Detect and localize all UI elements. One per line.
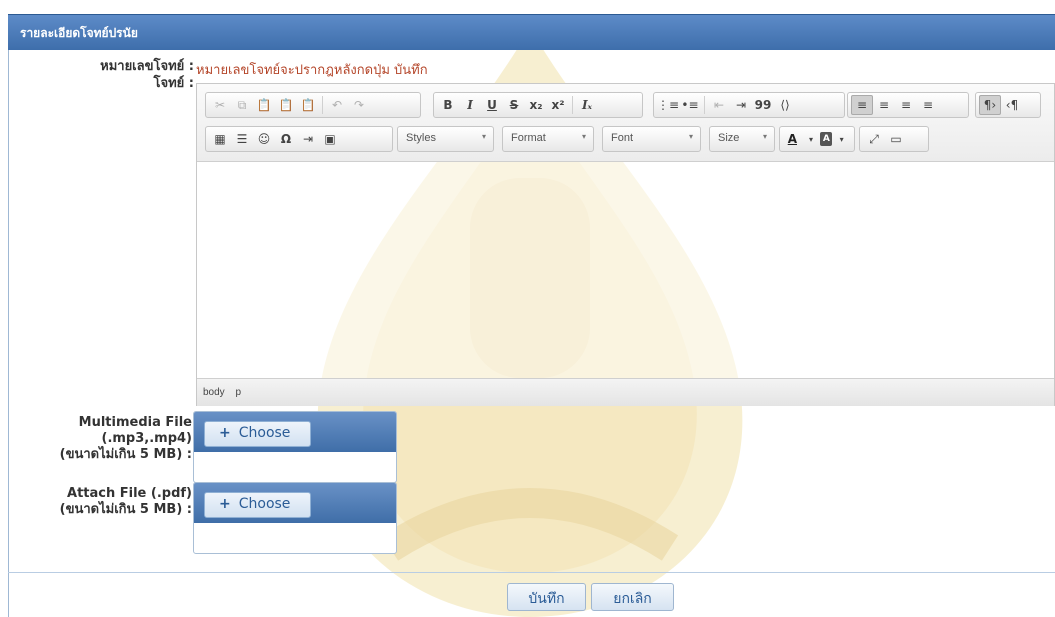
attach-label: Attach File (.pdf) (ขนาดไม่เกิน 5 MB) :	[10, 486, 192, 518]
form-divider	[8, 572, 1055, 573]
attach-upload: + Choose	[193, 482, 397, 554]
smiley-icon[interactable]: ☺	[253, 129, 275, 149]
outdent-icon[interactable]: ⇤	[708, 95, 730, 115]
copy-icon[interactable]: ⧉	[231, 95, 253, 115]
toolbar-align-group: ≡ ≡ ≡ ≡	[847, 92, 969, 118]
styles-dropdown-label: Styles	[406, 132, 436, 144]
toolbar-direction-group: ¶› ‹¶	[975, 92, 1041, 118]
div-container-icon[interactable]: ⟨⟩	[774, 95, 796, 115]
editor-content-area[interactable]	[197, 162, 1054, 378]
image-icon[interactable]: ▣	[319, 129, 341, 149]
choose-label: Choose	[238, 425, 291, 441]
editor-toolbar: ✂ ⧉ 📋 📋 📋 ↶ ↷ B I U S x₂ x² Iₓ ⋮≡ •≡ ⇤ ⇥…	[197, 84, 1054, 162]
page-break-icon[interactable]: ⇥	[297, 129, 319, 149]
plus-icon: +	[219, 496, 231, 512]
table-icon[interactable]: ▦	[209, 129, 231, 149]
blockquote-button[interactable]: 99	[752, 95, 774, 115]
size-dropdown-label: Size	[718, 132, 740, 144]
choose-label: Choose	[238, 496, 291, 512]
panel-header: รายละเอียดโจทย์ปรนัย	[8, 14, 1055, 50]
toolbar-clipboard-group: ✂ ⧉ 📋 📋 📋 ↶ ↷	[205, 92, 421, 118]
paste-word-icon[interactable]: 📋	[297, 95, 319, 115]
path-item-p[interactable]: p	[235, 387, 241, 398]
maximize-icon[interactable]: ⤢	[863, 129, 885, 149]
strikethrough-button[interactable]: S	[503, 95, 525, 115]
align-left-icon[interactable]: ≡	[851, 95, 873, 115]
font-dropdown[interactable]: Font ▾	[602, 126, 701, 152]
multimedia-label-line1: Multimedia File	[78, 415, 192, 430]
rich-text-editor[interactable]: ✂ ⧉ 📋 📋 📋 ↶ ↷ B I U S x₂ x² Iₓ ⋮≡ •≡ ⇤ ⇥…	[196, 83, 1055, 406]
bulleted-list-icon[interactable]: •≡	[679, 95, 701, 115]
path-item-body[interactable]: body	[203, 387, 225, 398]
format-dropdown[interactable]: Format ▾	[502, 126, 594, 152]
remove-format-button[interactable]: Iₓ	[576, 95, 598, 115]
cancel-button[interactable]: ยกเลิก	[591, 583, 674, 611]
superscript-button[interactable]: x²	[547, 95, 569, 115]
toolbar-tools-group: ⤢ ▭	[859, 126, 929, 152]
question-number-note: หมายเลขโจทย์จะปรากฎหลังกดปุ่ม บันทึก	[196, 63, 428, 78]
save-button[interactable]: บันทึก	[507, 583, 586, 611]
toolbar-paragraph-group: ⋮≡ •≡ ⇤ ⇥ 99 ⟨⟩	[653, 92, 845, 118]
italic-button[interactable]: I	[459, 95, 481, 115]
redo-icon[interactable]: ↷	[348, 95, 370, 115]
chevron-down-icon: ▾	[581, 132, 586, 141]
attach-label-line2: (ขนาดไม่เกิน 5 MB) :	[59, 502, 192, 517]
multimedia-label: Multimedia File (.mp3,.mp4) (ขนาดไม่เกิน…	[10, 415, 192, 463]
justify-icon[interactable]: ≡	[917, 95, 939, 115]
panel-title: รายละเอียดโจทย์ปรนัย	[20, 26, 138, 40]
toolbar-insert-group: ▦ ☰ ☺ Ω ⇥ ▣	[205, 126, 393, 152]
underline-button[interactable]: U	[481, 95, 503, 115]
toolbar-color-group: A ▾ A ▾	[779, 126, 855, 152]
text-direction-rtl-icon[interactable]: ‹¶	[1001, 95, 1023, 115]
chevron-down-icon: ▾	[762, 132, 767, 141]
styles-dropdown[interactable]: Styles ▾	[397, 126, 494, 152]
plus-icon: +	[219, 425, 231, 441]
multimedia-upload: + Choose	[193, 411, 397, 483]
question-label: โจทย์ :	[153, 76, 194, 91]
format-dropdown-label: Format	[511, 132, 546, 144]
editor-element-path: body p	[197, 378, 1054, 406]
text-color-button[interactable]: A	[783, 129, 802, 149]
align-right-icon[interactable]: ≡	[895, 95, 917, 115]
undo-icon[interactable]: ↶	[326, 95, 348, 115]
multimedia-label-line2: (.mp3,.mp4)	[101, 431, 193, 446]
toolbar-basic-styles-group: B I U S x₂ x² Iₓ	[433, 92, 643, 118]
background-color-button[interactable]: A	[820, 132, 833, 146]
font-dropdown-label: Font	[611, 132, 634, 144]
chevron-down-icon: ▾	[481, 132, 486, 141]
attach-label-line1: Attach File (.pdf)	[67, 486, 192, 501]
size-dropdown[interactable]: Size ▾	[709, 126, 775, 152]
multimedia-choose-button[interactable]: + Choose	[204, 421, 311, 447]
indent-icon[interactable]: ⇥	[730, 95, 752, 115]
chevron-down-icon[interactable]: ▾	[802, 129, 821, 149]
question-number-label: หมายเลขโจทย์ :	[100, 59, 194, 74]
bold-button[interactable]: B	[437, 95, 459, 115]
paste-text-icon[interactable]: 📋	[275, 95, 297, 115]
cut-icon[interactable]: ✂	[209, 95, 231, 115]
chevron-down-icon[interactable]: ▾	[832, 129, 851, 149]
paste-icon[interactable]: 📋	[253, 95, 275, 115]
show-blocks-icon[interactable]: ▭	[885, 129, 907, 149]
multimedia-label-line3: (ขนาดไม่เกิน 5 MB) :	[59, 447, 192, 462]
align-center-icon[interactable]: ≡	[873, 95, 895, 115]
special-char-icon[interactable]: Ω	[275, 129, 297, 149]
subscript-button[interactable]: x₂	[525, 95, 547, 115]
numbered-list-icon[interactable]: ⋮≡	[657, 95, 679, 115]
attach-choose-button[interactable]: + Choose	[204, 492, 311, 518]
text-direction-ltr-icon[interactable]: ¶›	[979, 95, 1001, 115]
horizontal-line-icon[interactable]: ☰	[231, 129, 253, 149]
chevron-down-icon: ▾	[688, 132, 693, 141]
